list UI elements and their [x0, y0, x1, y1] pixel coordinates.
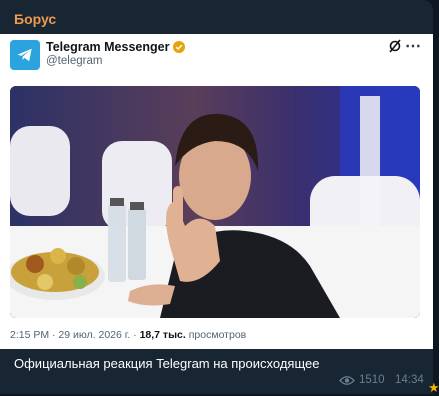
- tweet-author-name: Telegram Messenger: [46, 40, 170, 54]
- x-logo-icon[interactable]: [387, 38, 403, 54]
- message-views: 1510: [339, 374, 385, 386]
- tweet-views-count: 18,7 тыс.: [139, 329, 186, 341]
- tweet-date[interactable]: 2:15 PM · 29 июл. 2026 г. ·: [10, 329, 140, 341]
- more-icon[interactable]: ⋯: [405, 36, 422, 56]
- tweet-author[interactable]: Telegram Messenger: [46, 40, 186, 54]
- tweet-views-label: просмотров: [185, 329, 247, 341]
- message-time: 14:34: [395, 374, 424, 386]
- tweet-embed[interactable]: Telegram Messenger @telegram ⋯ 2:15 PM ·…: [0, 34, 433, 349]
- eye-icon: [339, 375, 355, 385]
- tweet-meta: 2:15 PM · 29 июл. 2026 г. · 18,7 тыс. пр…: [10, 329, 246, 341]
- message-bubble: Борус Telegram Messenger @telegram ⋯ 2:1…: [0, 0, 433, 394]
- photo-illustration: [10, 86, 420, 318]
- views-count: 1510: [359, 374, 385, 386]
- verified-badge-icon: [173, 41, 186, 53]
- tweet-handle[interactable]: @telegram: [46, 55, 102, 67]
- tweet-photo[interactable]: [10, 86, 420, 318]
- message-caption: Официальная реакция Telegram на происход…: [14, 356, 320, 371]
- sender-name[interactable]: Борус: [14, 11, 56, 27]
- telegram-logo-icon[interactable]: [10, 40, 40, 70]
